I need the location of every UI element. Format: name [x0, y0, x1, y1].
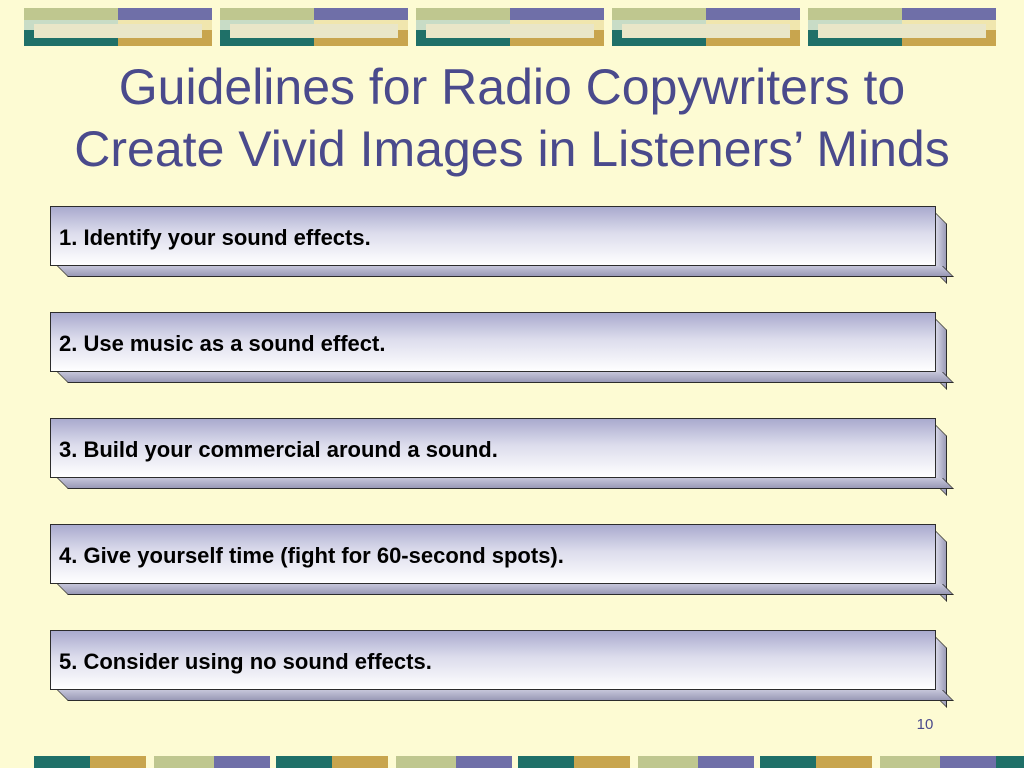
bottom-decorative-band: [34, 756, 1024, 768]
guideline-text: 4. Give yourself time (fight for 60-seco…: [59, 543, 564, 568]
guideline-box-1: 1. Identify your sound effects.: [50, 206, 954, 284]
guideline-box-3: 3. Build your commercial around a sound.: [50, 418, 954, 496]
band-tile: [416, 8, 604, 46]
guideline-text: 3. Build your commercial around a sound.: [59, 437, 498, 462]
guideline-text: 1. Identify your sound effects.: [59, 225, 371, 250]
band-tile: [808, 8, 996, 46]
guideline-box-2: 2. Use music as a sound effect.: [50, 312, 954, 390]
guideline-text: 5. Consider using no sound effects.: [59, 649, 432, 674]
guideline-box-5: 5. Consider using no sound effects.: [50, 630, 954, 708]
band-tile: [612, 8, 800, 46]
slide-title: Guidelines for Radio Copywriters to Crea…: [0, 56, 1024, 180]
band-tile: [220, 8, 408, 46]
guideline-box-4: 4. Give yourself time (fight for 60-seco…: [50, 524, 954, 602]
guideline-text: 2. Use music as a sound effect.: [59, 331, 386, 356]
page-number: 10: [916, 716, 934, 733]
title-line-2: Create Vivid Images in Listeners’ Minds: [74, 121, 950, 177]
top-decorative-band: [24, 8, 1000, 46]
band-tile: [24, 8, 212, 46]
title-line-1: Guidelines for Radio Copywriters to: [118, 59, 906, 115]
